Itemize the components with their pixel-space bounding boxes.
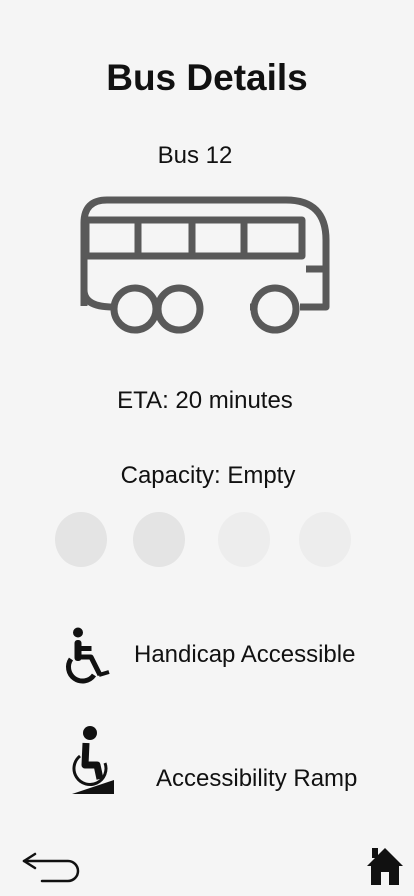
- capacity-dot-2: [133, 512, 185, 567]
- bus-details-screen: Bus Details Bus 12 ETA: 20 minutes Capac…: [0, 0, 414, 896]
- back-arrow-icon[interactable]: [20, 848, 82, 886]
- eta-text: ETA: 20 minutes: [117, 387, 293, 414]
- home-icon[interactable]: [366, 846, 404, 886]
- accessibility-ramp-label: Accessibility Ramp: [156, 765, 358, 792]
- bus-name: Bus 12: [157, 142, 233, 169]
- capacity-dot-3: [218, 512, 270, 567]
- capacity-dot-1: [55, 512, 107, 567]
- capacity-dot-4: [299, 512, 351, 567]
- page-title: Bus Details: [106, 57, 308, 98]
- handicap-accessible-label: Handicap Accessible: [134, 641, 356, 668]
- capacity-text: Capacity: Empty: [120, 462, 296, 489]
- wheelchair-ramp-icon: [72, 726, 114, 794]
- wheelchair-icon: [66, 627, 110, 684]
- bus-icon: [80, 196, 330, 334]
